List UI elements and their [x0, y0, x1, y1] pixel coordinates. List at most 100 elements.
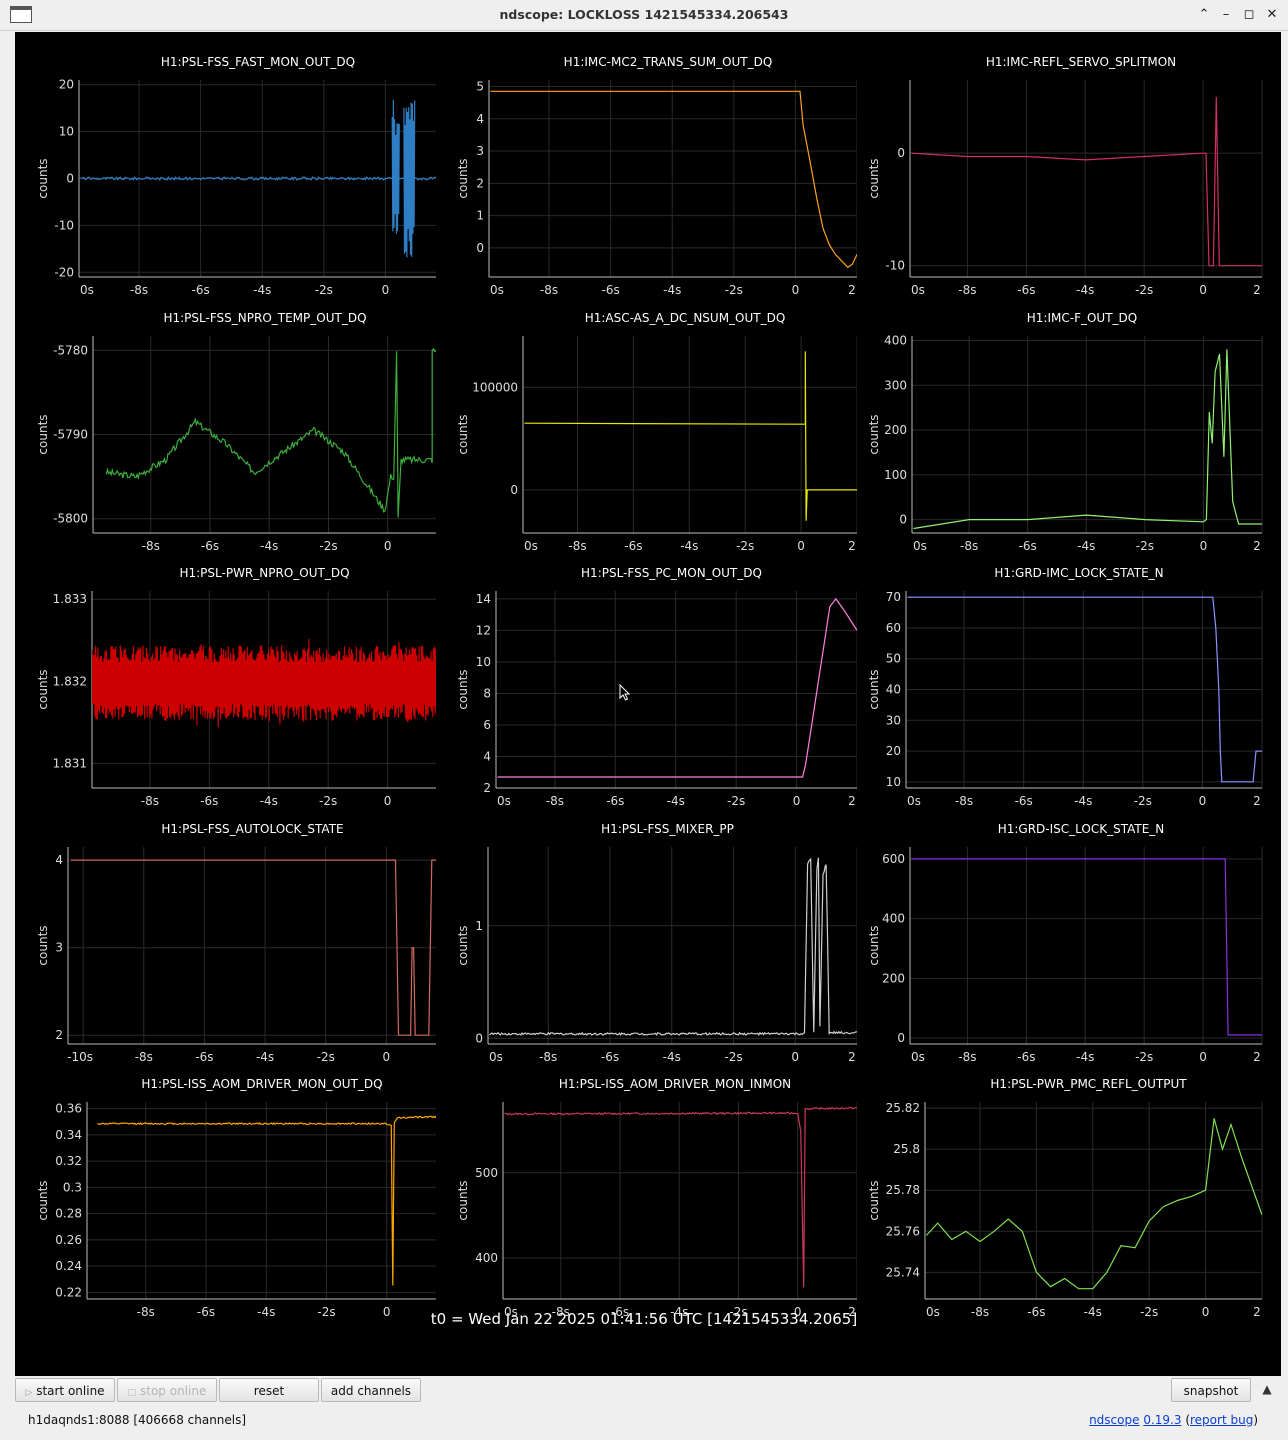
reset-button[interactable]: reset: [219, 1378, 319, 1402]
y-tick-label: 1: [476, 209, 484, 223]
close-icon[interactable]: ✕: [1262, 5, 1282, 25]
keep-above-icon[interactable]: ⌃: [1194, 5, 1214, 25]
x-tick-label: -4s: [663, 283, 681, 297]
minimize-icon[interactable]: –: [1216, 5, 1236, 25]
x-tick-label: 0s: [911, 1050, 925, 1064]
trace-band: [92, 662, 436, 704]
plot-canvas[interactable]: 0s -8s -6s -4s -2s 0 2 400 300 200 100 0 counts: [857, 311, 1278, 567]
y-tick-label: 0.36: [55, 1102, 82, 1116]
y-tick-label: 2: [55, 1028, 63, 1042]
x-tick-label: 0s: [490, 283, 504, 297]
y-tick-label: 70: [886, 590, 901, 604]
plot-canvas[interactable]: 0s -8s -6s -4s -2s 0 2 70 60 50 40 30 20 10 counts: [857, 566, 1278, 822]
y-tick-label: 4: [483, 749, 491, 763]
plot-panel[interactable]: H1:ASC-AS_A_DC_NSUM_OUT_DQ 0s -8s -6s -4s -2s…: [436, 311, 857, 567]
y-axis-label: counts: [456, 925, 470, 965]
plot-canvas[interactable]: -8s-6s-4s-2s02-5780-5790-5800counts: [15, 311, 436, 567]
plot-canvas[interactable]: 0s -8s -6s -4s -2s 0 2 0 -10 counts: [857, 55, 1278, 311]
plot-canvas[interactable]: 0s -8s -6s -4s -2s 0 2 14 12 10 8 6 4 2 counts: [436, 566, 857, 822]
plot-panel[interactable]: H1:PSL-FSS_FAST_MON_OUT_DQ 0s -8s -6s -4s -2s…: [15, 55, 436, 311]
x-tick-label: 0s: [907, 794, 921, 808]
plot-panel[interactable]: H1:PSL-FSS_NPRO_TEMP_OUT_DQ -8s -6s -4s -2s 0…: [15, 311, 436, 567]
ndscope-link[interactable]: ndscope: [1089, 1413, 1139, 1427]
plot-canvas[interactable]: 0s -8s -6s -4s -2s 0 2 600 400 200 0 counts: [857, 822, 1278, 1078]
y-tick-label: -20: [54, 265, 74, 279]
y-tick-label: 6: [483, 718, 491, 732]
plot-canvas[interactable]: 0s -8s -6s -4s -2s 0 2 1 0 counts: [436, 822, 857, 1078]
y-tick-label: 0.32: [55, 1154, 82, 1168]
x-tick-label: -4s: [1077, 539, 1095, 553]
y-tick-label: 100: [884, 468, 907, 482]
y-tick-label: 0: [897, 146, 905, 160]
y-tick-label: 400: [884, 333, 907, 347]
snapshot-button[interactable]: snapshot: [1171, 1378, 1251, 1402]
plot-panel[interactable]: H1:GRD-ISC_LOCK_STATE_N 0s -8s -6s -4s -2s 0 2 6…: [857, 822, 1278, 1078]
plot-canvas[interactable]: 0s-8s-6s-4s-2s0220100-10-20counts: [15, 55, 436, 311]
x-tick-label: -2s: [315, 283, 333, 297]
y-tick-label: -5800: [53, 512, 88, 526]
y-tick-label: 1.831: [53, 756, 87, 770]
plot-panel[interactable]: H1:PSL-ISS_AOM_DRIVER_MON_OUT_DQ -8s -6s -4…: [15, 1077, 436, 1333]
plot-canvas[interactable]: 0s -8s -6s -4s -2s 0 2 5 4 3 2 1 0 counts: [436, 55, 857, 311]
x-tick-label: -6s: [624, 539, 642, 553]
x-tick-label: -4s: [253, 283, 271, 297]
trace-line: [524, 351, 857, 521]
x-tick-label: 0: [384, 794, 392, 808]
plot-panel[interactable]: H1:GRD-IMC_LOCK_STATE_N 0s -8s -6s -4s -2s 0 2 7…: [857, 566, 1278, 822]
y-tick-label: 25.82: [886, 1101, 920, 1115]
plot-canvas[interactable]: -10s-8s-6s-4s-2s02432counts: [15, 822, 436, 1078]
plot-panel[interactable]: H1:PSL-PWR_NPRO_OUT_DQ-8s-6s-4s-2s021.83…: [15, 566, 436, 822]
y-axis-label: counts: [867, 925, 881, 965]
x-tick-label: -8s: [960, 539, 978, 553]
stop-online-button[interactable]: □ stop online: [117, 1378, 217, 1402]
x-tick-label: -4s: [256, 1050, 274, 1064]
plot-panel[interactable]: H1:PSL-FSS_MIXER_PP 0s -8s -6s -4s -2s 0 2 1 0 cou…: [436, 822, 857, 1078]
x-tick-label: -8s: [958, 1050, 976, 1064]
y-tick-label: 0: [66, 172, 74, 186]
y-tick-label: 500: [475, 1166, 498, 1180]
x-tick-label: 0s: [497, 794, 511, 808]
plot-panel[interactable]: H1:PSL-ISS_AOM_DRIVER_MON_INMON 0s -8s -6s -…: [436, 1077, 857, 1333]
y-tick-label: 0.34: [55, 1128, 82, 1142]
add-channels-button[interactable]: add channels: [321, 1378, 421, 1402]
x-tick-label: -2s: [736, 539, 754, 553]
x-tick-label: -2s: [727, 794, 745, 808]
x-tick-label: 2: [1253, 539, 1261, 553]
plot-panel[interactable]: H1:IMC-REFL_SERVO_SPLITMON 0s -8s -6s -4s -2s…: [857, 55, 1278, 311]
plot-canvas[interactable]: 0s -8s -6s -4s -2s 0 225.8225.825.7825.7625.74…: [857, 1077, 1278, 1333]
plot-panel[interactable]: H1:IMC-F_OUT_DQ 0s -8s -6s -4s -2s 0 2 400 300 200…: [857, 311, 1278, 567]
maximize-icon[interactable]: ◻: [1239, 5, 1259, 25]
x-tick-label: 2: [1253, 283, 1261, 297]
y-tick-label: 4: [476, 112, 484, 126]
x-tick-label: -2s: [1135, 283, 1153, 297]
x-tick-label: 2: [848, 539, 856, 553]
y-tick-label: 0: [475, 1031, 483, 1045]
plot-panel[interactable]: H1:PSL-FSS_AUTOLOCK_STATE -10s -8s -6s -4s -2…: [15, 822, 436, 1078]
report-bug-link[interactable]: report bug: [1190, 1413, 1253, 1427]
plot-canvas[interactable]: -8s-6s-4s-2s020.360.340.320.30.280.260.2…: [15, 1077, 436, 1333]
plot-panel[interactable]: H1:PSL-FSS_PC_MON_OUT_DQ 0s -8s -6s -4s -2s 0 2…: [436, 566, 857, 822]
x-tick-label: 2: [1253, 1050, 1261, 1064]
version-info: ndscope 0.19.3 (report bug): [1089, 1413, 1258, 1427]
trace-line: [497, 597, 857, 778]
plot-canvas[interactable]: -8s-6s-4s-2s021.8331.8321.831counts: [15, 566, 436, 822]
version-link[interactable]: 0.19.3: [1143, 1413, 1181, 1427]
plot-canvas[interactable]: 0s -8s -6s -4s -2s 0 2500400counts: [436, 1077, 857, 1333]
plot-panel[interactable]: H1:IMC-MC2_TRANS_SUM_OUT_DQ 0s -8s -6s -4s -2…: [436, 55, 857, 311]
y-tick-label: 20: [886, 744, 901, 758]
x-tick-label: -8s: [546, 794, 564, 808]
y-tick-label: 3: [55, 941, 63, 955]
y-axis-label: counts: [36, 1180, 50, 1220]
x-tick-label: -6s: [1015, 794, 1033, 808]
toolbar: ▷ start online □ stop online reset add c…: [0, 1376, 1288, 1406]
y-axis-label: counts: [36, 414, 50, 454]
plot-canvas[interactable]: 0s -8s -6s -4s -2s 0 2 100000 0 counts: [436, 311, 857, 567]
y-tick-label: 30: [886, 713, 901, 727]
plot-panel[interactable]: H1:PSL-PWR_PMC_REFL_OUTPUT 0s -8s -6s -4s -2s…: [857, 1077, 1278, 1333]
y-tick-label: 0.24: [55, 1259, 82, 1273]
y-tick-label: 200: [882, 971, 905, 985]
expand-up-icon[interactable]: ▲: [1258, 1382, 1276, 1400]
start-online-button[interactable]: ▷ start online: [15, 1378, 115, 1402]
window-titlebar: ndscope: LOCKLOSS 1421545334.206543 ⌃ – …: [0, 0, 1288, 31]
x-tick-label: -8s: [540, 283, 558, 297]
